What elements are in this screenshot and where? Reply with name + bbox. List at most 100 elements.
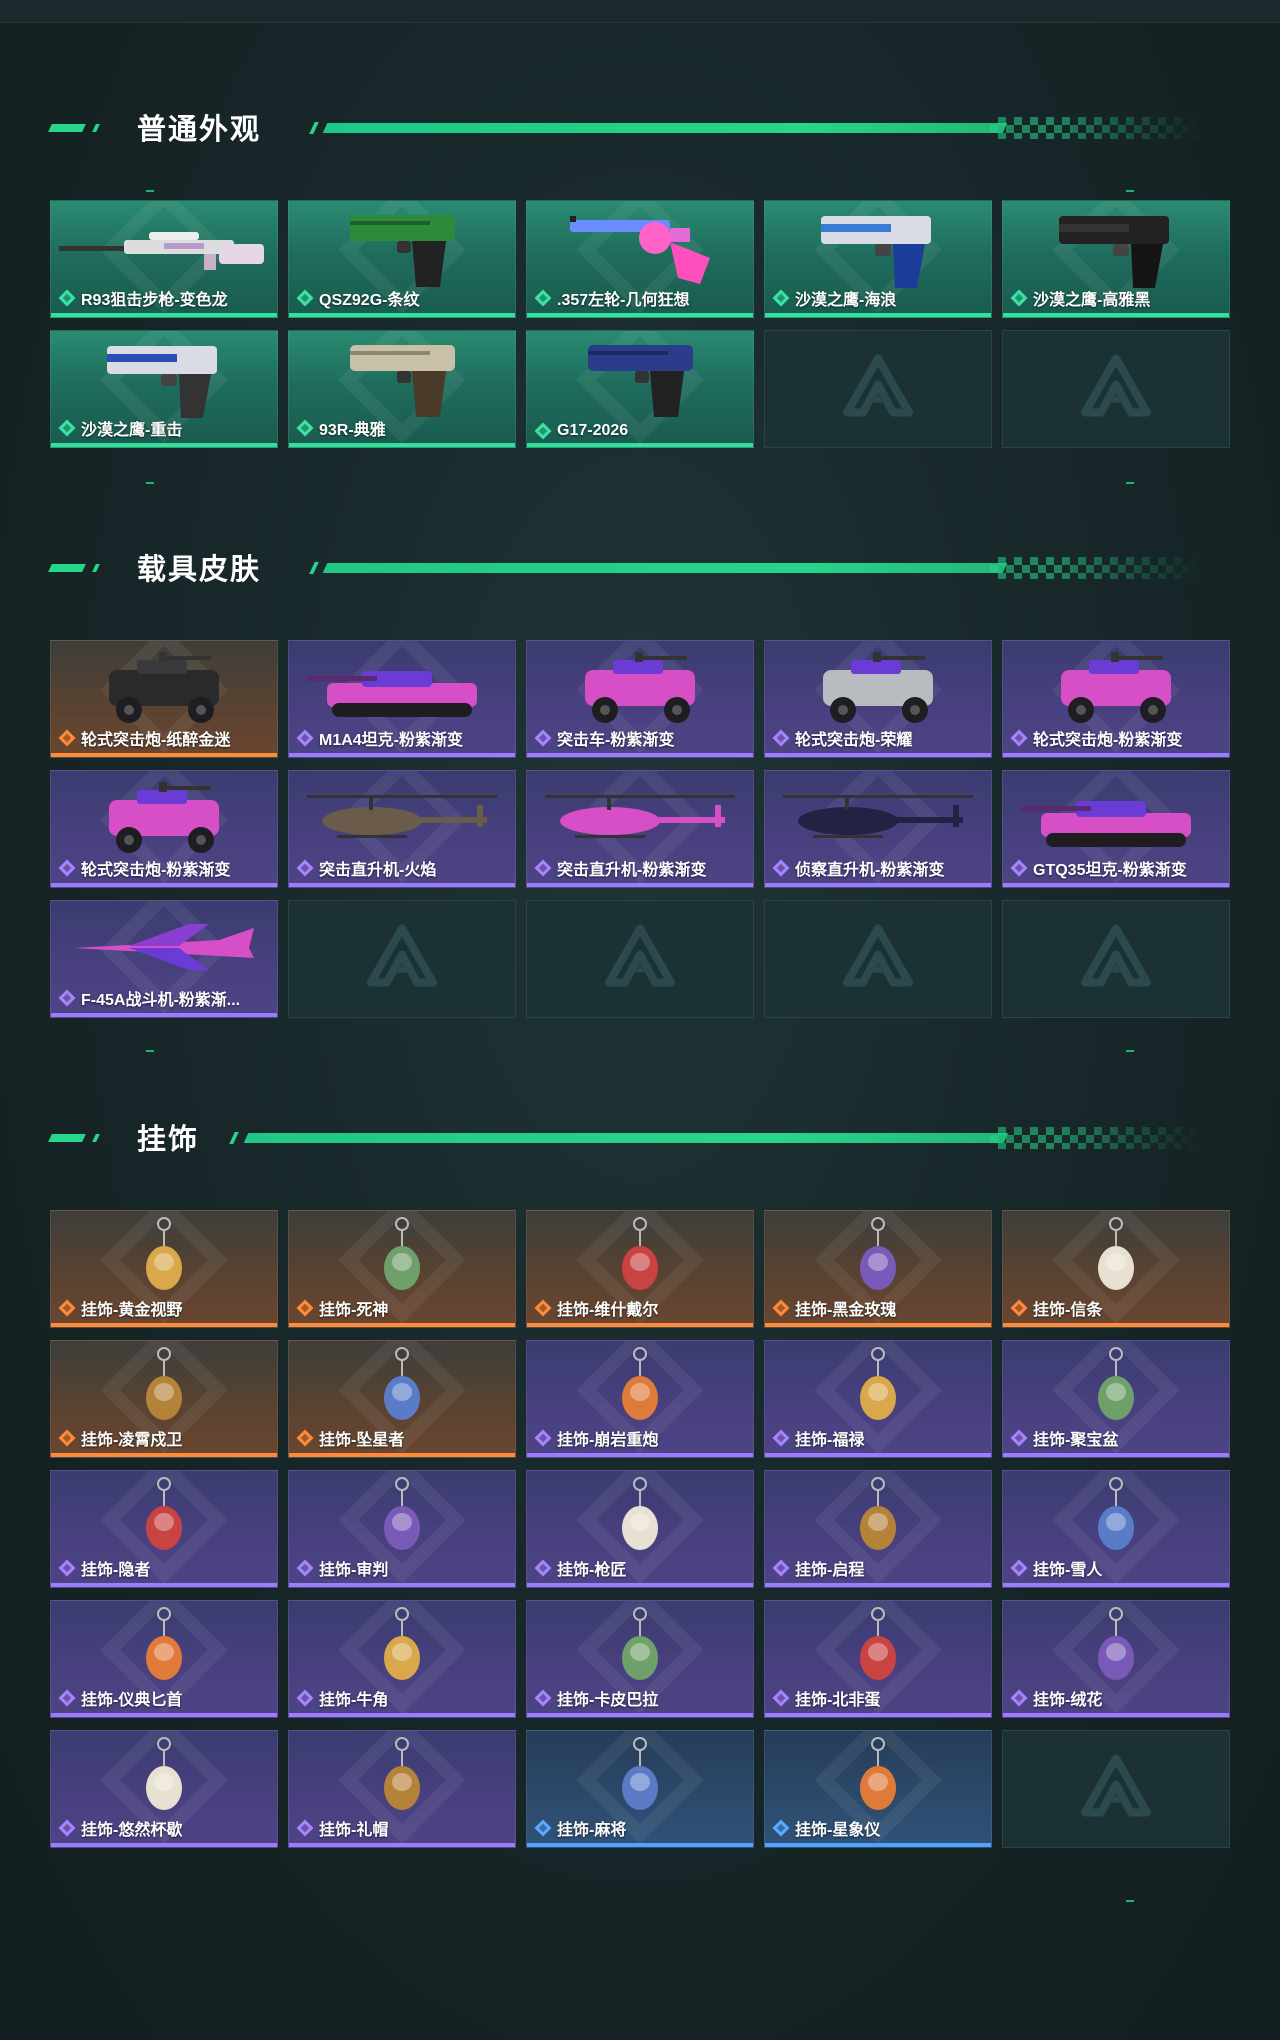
section-header: 普通外观 [0,100,1280,160]
charm-icon [765,1217,991,1299]
rarity-underline [51,753,277,757]
item-card[interactable]: 突击直升机-火焰 [288,770,516,888]
item-label: F-45A战斗机-粉紫渐... [58,986,240,1010]
item-card[interactable]: 挂饰-福禄 [764,1340,992,1458]
item-card[interactable]: 轮式突击炮-荣耀 [764,640,992,758]
rarity-underline [527,1583,753,1587]
item-card[interactable]: 沙漠之鹰-重击 [50,330,278,448]
item-card[interactable]: 挂饰-审判 [288,1470,516,1588]
item-card[interactable]: 挂饰-黄金视野 [50,1210,278,1328]
rarity-underline [527,883,753,887]
item-card[interactable]: GTQ35坦克-粉紫渐变 [1002,770,1230,888]
item-card[interactable]: 突击直升机-粉紫渐变 [526,770,754,888]
item-card[interactable]: 挂饰-聚宝盆 [1002,1340,1230,1458]
rarity-diamond-icon [58,1299,76,1317]
deco-dash [1126,190,1134,192]
item-card[interactable]: 挂饰-仪典匕首 [50,1600,278,1718]
item-card[interactable]: 挂饰-黑金玫瑰 [764,1210,992,1328]
item-card[interactable]: 挂饰-启程 [764,1470,992,1588]
item-name: M1A4坦克-粉紫渐变 [319,732,464,749]
rarity-diamond-icon [772,1819,790,1837]
item-label: 93R-典雅 [296,416,386,440]
item-label: GTQ35坦克-粉紫渐变 [1010,856,1187,880]
item-card[interactable]: .357左轮-几何狂想 [526,200,754,318]
header-accent [92,124,100,132]
item-card[interactable]: 挂饰-绒花 [1002,1600,1230,1718]
item-label: .357左轮-几何狂想 [534,286,689,310]
rarity-underline [527,313,753,317]
header-accent [92,1134,100,1142]
rarity-underline [527,753,753,757]
item-card[interactable]: 轮式突击炮-粉紫渐变 [1002,640,1230,758]
item-label: 挂饰-坠星者 [296,1426,405,1450]
item-card[interactable]: 挂饰-坠星者 [288,1340,516,1458]
rarity-diamond-icon [534,422,552,440]
item-card[interactable]: R93狙击步枪-变色龙 [50,200,278,318]
item-card[interactable]: 挂饰-悠然杯歇 [50,1730,278,1848]
item-card[interactable]: G17-2026 [526,330,754,448]
rarity-underline [765,313,991,317]
item-label: R93狙击步枪-变色龙 [58,286,228,310]
item-card[interactable]: 挂饰-牛角 [288,1600,516,1718]
rarity-underline [289,313,515,317]
item-card[interactable]: 侦察直升机-粉紫渐变 [764,770,992,888]
item-name: 沙漠之鹰-海浪 [795,292,897,309]
placeholder-logo-icon [605,924,675,994]
desert-eagle-icon [51,337,277,419]
item-card[interactable]: 沙漠之鹰-高雅黑 [1002,200,1230,318]
item-card[interactable]: QSZ92G-条纹 [288,200,516,318]
tank-icon [289,647,515,729]
item-label: 挂饰-启程 [772,1556,864,1580]
rarity-underline [51,1843,277,1847]
item-name: 挂饰-雪人 [1033,1562,1103,1579]
item-name: 挂饰-仪典匕首 [81,1692,183,1709]
item-card[interactable]: M1A4坦克-粉紫渐变 [288,640,516,758]
item-card[interactable]: 挂饰-雪人 [1002,1470,1230,1588]
item-card[interactable]: 挂饰-枪匠 [526,1470,754,1588]
rarity-diamond-icon [772,1299,790,1317]
item-grid: 轮式突击炮-纸醉金迷 M1A4坦克-粉紫渐变 突击车-粉紫渐变 轮式突击炮-荣耀 轮式突… [50,640,1230,1018]
item-card[interactable]: 挂饰-死神 [288,1210,516,1328]
item-card[interactable]: 突击车-粉紫渐变 [526,640,754,758]
item-grid: R93狙击步枪-变色龙 QSZ92G-条纹 .357左轮-几何狂想 沙漠之鹰-海浪 沙漠… [50,200,1230,448]
item-card[interactable]: 挂饰-麻将 [526,1730,754,1848]
item-label: 挂饰-死神 [296,1296,389,1320]
item-label: 轮式突击炮-纸醉金迷 [58,726,231,750]
item-card[interactable]: 挂饰-星象仪 [764,1730,992,1848]
item-card[interactable]: F-45A战斗机-粉紫渐... [50,900,278,1018]
rarity-diamond-icon [296,859,314,877]
item-card[interactable]: 93R-典雅 [288,330,516,448]
item-card[interactable]: 挂饰-崩岩重炮 [526,1340,754,1458]
item-card[interactable]: 挂饰-北非蛋 [764,1600,992,1718]
item-card[interactable]: 轮式突击炮-纸醉金迷 [50,640,278,758]
item-card[interactable]: 挂饰-卡皮巴拉 [526,1600,754,1718]
header-bar [243,1133,1009,1143]
deco-dash [146,482,154,484]
charm-icon [1003,1477,1229,1559]
item-card[interactable]: 挂饰-信条 [1002,1210,1230,1328]
item-card[interactable]: 沙漠之鹰-海浪 [764,200,992,318]
deco-dash [146,190,154,192]
item-label: 沙漠之鹰-重击 [58,416,182,440]
item-card[interactable]: 挂饰-隐者 [50,1470,278,1588]
item-card[interactable]: 挂饰-凌霄戍卫 [50,1340,278,1458]
item-label: 轮式突击炮-粉紫渐变 [58,856,230,880]
charm-icon [51,1347,277,1429]
empty-slot [1002,900,1230,1018]
pistol-icon [289,207,515,289]
item-card[interactable]: 挂饰-礼帽 [288,1730,516,1848]
item-label: 侦察直升机-粉紫渐变 [772,856,944,880]
item-name: 挂饰-坠星者 [319,1432,405,1449]
item-name: 轮式突击炮-纸醉金迷 [81,732,231,749]
rarity-diamond-icon [58,419,76,437]
rarity-diamond-icon [58,1689,76,1707]
header-bar [322,123,1008,133]
rarity-underline [765,1453,991,1457]
item-name: 挂饰-礼帽 [319,1822,389,1839]
item-name: 挂饰-星象仪 [795,1822,881,1839]
item-name: 挂饰-麻将 [557,1822,627,1839]
item-label: 挂饰-崩岩重炮 [534,1426,658,1450]
item-name: 挂饰-死神 [319,1302,389,1319]
item-card[interactable]: 轮式突击炮-粉紫渐变 [50,770,278,888]
item-card[interactable]: 挂饰-维什戴尔 [526,1210,754,1328]
